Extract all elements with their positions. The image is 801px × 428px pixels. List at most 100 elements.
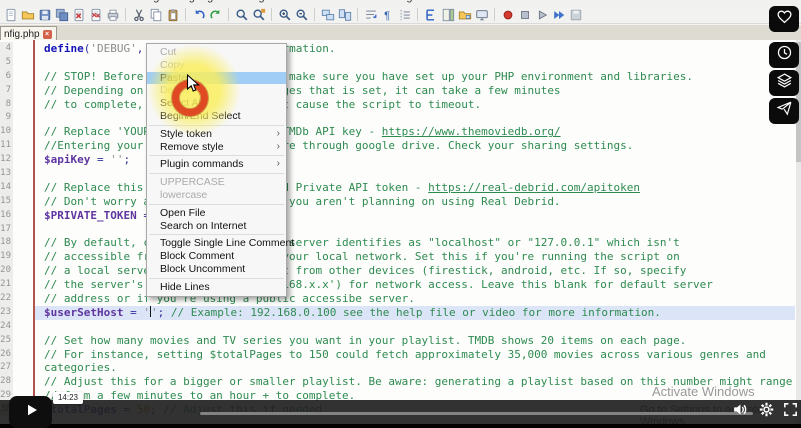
context-menu-item-remove-style[interactable]: Remove style›	[147, 141, 286, 154]
editor-scrollbar[interactable]	[796, 40, 801, 424]
toolbar: ¶	[0, 6, 801, 24]
toolbar-separator	[185, 8, 186, 21]
replace-icon[interactable]	[251, 7, 266, 22]
line-number: 7	[0, 84, 13, 98]
player-bottom-strip	[0, 424, 801, 428]
menubar-item-run[interactable]: Run	[359, 0, 379, 5]
line-number: 22	[0, 292, 13, 306]
new-file-icon[interactable]	[3, 7, 18, 22]
submenu-arrow-icon: ›	[277, 128, 280, 141]
editor-pane[interactable]: 4567891011121314151617181920212223242526…	[0, 40, 801, 428]
volume-button[interactable]	[731, 403, 749, 421]
code-line: // Set how many movies and TV series you…	[35, 334, 795, 348]
code-line: categories.	[35, 361, 795, 375]
cut-icon[interactable]	[131, 7, 146, 22]
progress-bar[interactable]	[200, 412, 753, 415]
context-menu-item-hide-lines[interactable]: Hide Lines	[147, 281, 286, 294]
close-all-icon[interactable]	[88, 7, 103, 22]
menu-separator	[149, 173, 284, 174]
fullscreen-button[interactable]	[781, 403, 799, 421]
share-button[interactable]	[769, 98, 799, 124]
toolbar-separator	[271, 8, 272, 21]
line-number: 12	[0, 153, 13, 167]
toolbar-separator	[494, 8, 495, 21]
like-button[interactable]	[769, 6, 799, 32]
watch-later-button[interactable]	[769, 42, 799, 68]
play-icon	[22, 401, 40, 424]
toolbar-separator	[417, 8, 418, 21]
menubar-item-view[interactable]: View	[79, 0, 103, 5]
menu-separator	[149, 278, 284, 279]
run-macro-multiple-icon[interactable]	[551, 7, 566, 22]
menubar-item-macro[interactable]: Macro	[318, 0, 349, 5]
menubar-item-plugins[interactable]: Plugins	[391, 0, 427, 5]
context-menu-item-block-comment[interactable]: Block Comment	[147, 250, 286, 263]
clock-icon	[776, 44, 793, 66]
menubar-item-encoding[interactable]: Encoding	[113, 0, 159, 5]
save-icon[interactable]	[37, 7, 52, 22]
line-number: 4	[0, 42, 13, 56]
menubar-item-search[interactable]: Search	[33, 0, 68, 5]
stop-macro-icon[interactable]	[517, 7, 532, 22]
menubar-item-[interactable]: ?	[488, 0, 494, 5]
submenu-arrow-icon: ›	[277, 158, 280, 171]
save-all-icon[interactable]	[54, 7, 69, 22]
document-map-icon[interactable]	[440, 7, 455, 22]
line-number: 11	[0, 139, 13, 153]
menubar-item-window[interactable]: Window	[438, 0, 477, 5]
tab-close-icon[interactable]: ×	[43, 30, 52, 39]
redo-icon[interactable]	[208, 7, 223, 22]
copy-icon[interactable]	[148, 7, 163, 22]
line-number: 5	[0, 56, 13, 70]
line-number: 15	[0, 195, 13, 209]
menu-separator	[149, 155, 284, 156]
menubar-item-language[interactable]: Language	[170, 0, 219, 5]
tab-label: nfig.php	[4, 29, 40, 40]
line-number: 16	[0, 209, 13, 223]
context-menu-item-plugin-commands[interactable]: Plugin commands›	[147, 158, 286, 171]
zoom-out-icon[interactable]	[294, 7, 309, 22]
save-macro-icon[interactable]	[568, 7, 583, 22]
close-icon[interactable]	[71, 7, 86, 22]
line-number: 28	[0, 375, 13, 389]
add-to-stack-button[interactable]	[769, 70, 799, 96]
open-folder-icon[interactable]	[20, 7, 35, 22]
indent-guide-icon[interactable]	[397, 7, 412, 22]
line-number: 9	[0, 111, 13, 125]
context-menu-item-block-uncomment[interactable]: Block Uncomment	[147, 263, 286, 276]
find-icon[interactable]	[234, 7, 249, 22]
print-icon[interactable]	[105, 7, 120, 22]
context-menu-item-search-on-internet[interactable]: Search on Internet	[147, 220, 286, 233]
context-menu-item-open-file[interactable]: Open File	[147, 207, 286, 220]
line-number: 23	[0, 306, 13, 320]
line-number: 27	[0, 361, 13, 375]
record-macro-icon[interactable]	[500, 7, 515, 22]
monitor-icon[interactable]	[474, 7, 489, 22]
paste-icon[interactable]	[165, 7, 180, 22]
play-button[interactable]	[9, 396, 52, 428]
folder-workspace-icon[interactable]	[457, 7, 472, 22]
line-number: 18	[0, 236, 13, 250]
svg-text:¶: ¶	[384, 9, 390, 21]
function-list-icon[interactable]	[423, 7, 438, 22]
undo-icon[interactable]	[191, 7, 206, 22]
menu-separator	[149, 204, 284, 205]
sync-horizontal-icon[interactable]	[337, 7, 352, 22]
show-all-chars-icon[interactable]: ¶	[380, 7, 395, 22]
menubar-item-tools[interactable]: Tools	[281, 0, 307, 5]
sync-vertical-icon[interactable]	[320, 7, 335, 22]
toolbar-separator	[125, 8, 126, 21]
line-number: 19	[0, 250, 13, 264]
line-number: 8	[0, 98, 13, 112]
word-wrap-icon[interactable]	[363, 7, 378, 22]
tab-config-php[interactable]: nfig.php ×	[0, 26, 57, 41]
menubar-item-edit[interactable]: Edit	[3, 0, 22, 5]
play-macro-icon[interactable]	[534, 7, 549, 22]
menubar-item-settings[interactable]: Settings	[230, 0, 270, 5]
line-number: 6	[0, 70, 13, 84]
submenu-arrow-icon: ›	[277, 141, 280, 154]
context-menu-item-toggle-single-line-comment[interactable]: Toggle Single Line Comment	[147, 237, 286, 250]
settings-button[interactable]	[757, 403, 775, 421]
line-number: 24	[0, 320, 13, 334]
zoom-in-icon[interactable]	[277, 7, 292, 22]
